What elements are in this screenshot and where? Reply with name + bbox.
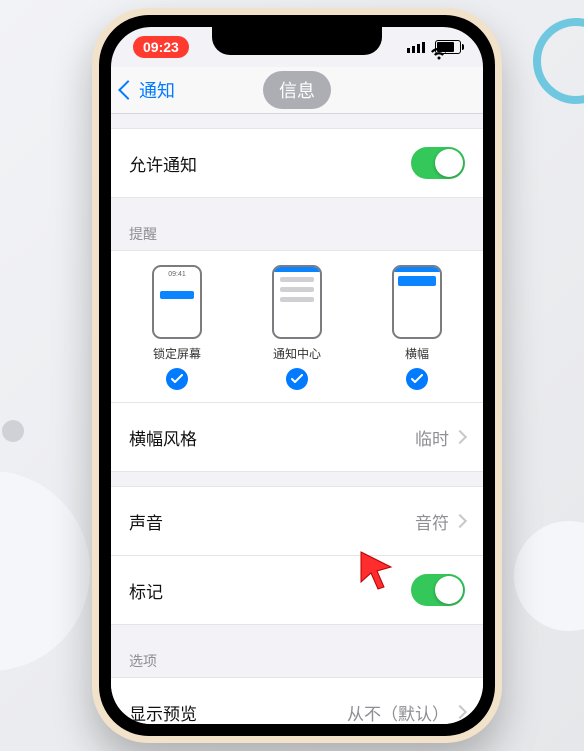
badges-row[interactable]: 标记 [111,555,483,625]
show-previews-row[interactable]: 显示预览 从不（默认） [111,677,483,724]
status-icons [407,40,461,54]
checkmark-icon [406,368,428,390]
bg-decor [533,18,584,104]
banner-preview-icon [392,265,442,339]
row-label: 横幅风格 [129,425,197,450]
bg-decor [0,471,90,671]
tutorial-stage: 09:23 通知 信息 [0,0,584,751]
row-value: 从不（默认） [347,700,449,725]
recording-time-pill[interactable]: 09:23 [133,36,189,58]
toggle-knob [435,576,463,604]
phone-frame: 09:23 通知 信息 [92,8,502,743]
row-value: 临时 [415,425,449,450]
row-value: 音符 [415,509,449,534]
alert-style-label: 通知中心 [273,345,321,362]
back-label: 通知 [139,77,175,103]
page-title: 信息 [263,71,331,109]
banner-style-row[interactable]: 横幅风格 临时 [111,403,483,472]
phone-bezel: 09:23 通知 信息 [99,15,495,736]
lockscreen-preview-icon: 09:41 [152,265,202,339]
alert-style-label: 横幅 [405,345,429,362]
mini-clock: 09:41 [154,271,200,278]
alert-style-banners[interactable]: 横幅 [392,265,442,390]
alert-style-lock-screen[interactable]: 09:41 锁定屏幕 [152,265,202,390]
notch [212,27,382,55]
row-label: 声音 [129,509,163,534]
chevron-right-icon [453,430,467,444]
back-button-notifications[interactable]: 通知 [121,67,175,113]
chevron-right-icon [453,514,467,528]
alert-style-notification-center[interactable]: 通知中心 [272,265,322,390]
alert-style-label: 锁定屏幕 [153,345,201,362]
checkmark-icon [166,368,188,390]
alert-styles-panel: 09:41 锁定屏幕 通知中心 [111,250,483,403]
phone-screen: 09:23 通知 信息 [111,27,483,724]
cellular-icon [407,42,425,53]
chevron-left-icon [118,80,138,100]
row-label: 允许通知 [129,151,197,176]
bg-decor [514,521,584,631]
toggle-knob [435,149,463,177]
bg-decor [2,420,24,442]
allow-notifications-row[interactable]: 允许通知 [111,128,483,198]
badges-toggle[interactable] [411,574,465,606]
settings-content[interactable]: 允许通知 提醒 09:41 [111,114,483,724]
row-label: 标记 [129,578,163,603]
checkmark-icon [286,368,308,390]
battery-icon [435,40,461,54]
section-header-options: 选项 [111,639,483,677]
sounds-row[interactable]: 声音 音符 [111,486,483,555]
section-header-alerts: 提醒 [111,212,483,250]
nav-bar: 通知 信息 [111,67,483,114]
chevron-right-icon [453,705,467,719]
notification-center-preview-icon [272,265,322,339]
allow-notifications-toggle[interactable] [411,147,465,179]
row-label: 显示预览 [129,700,197,725]
